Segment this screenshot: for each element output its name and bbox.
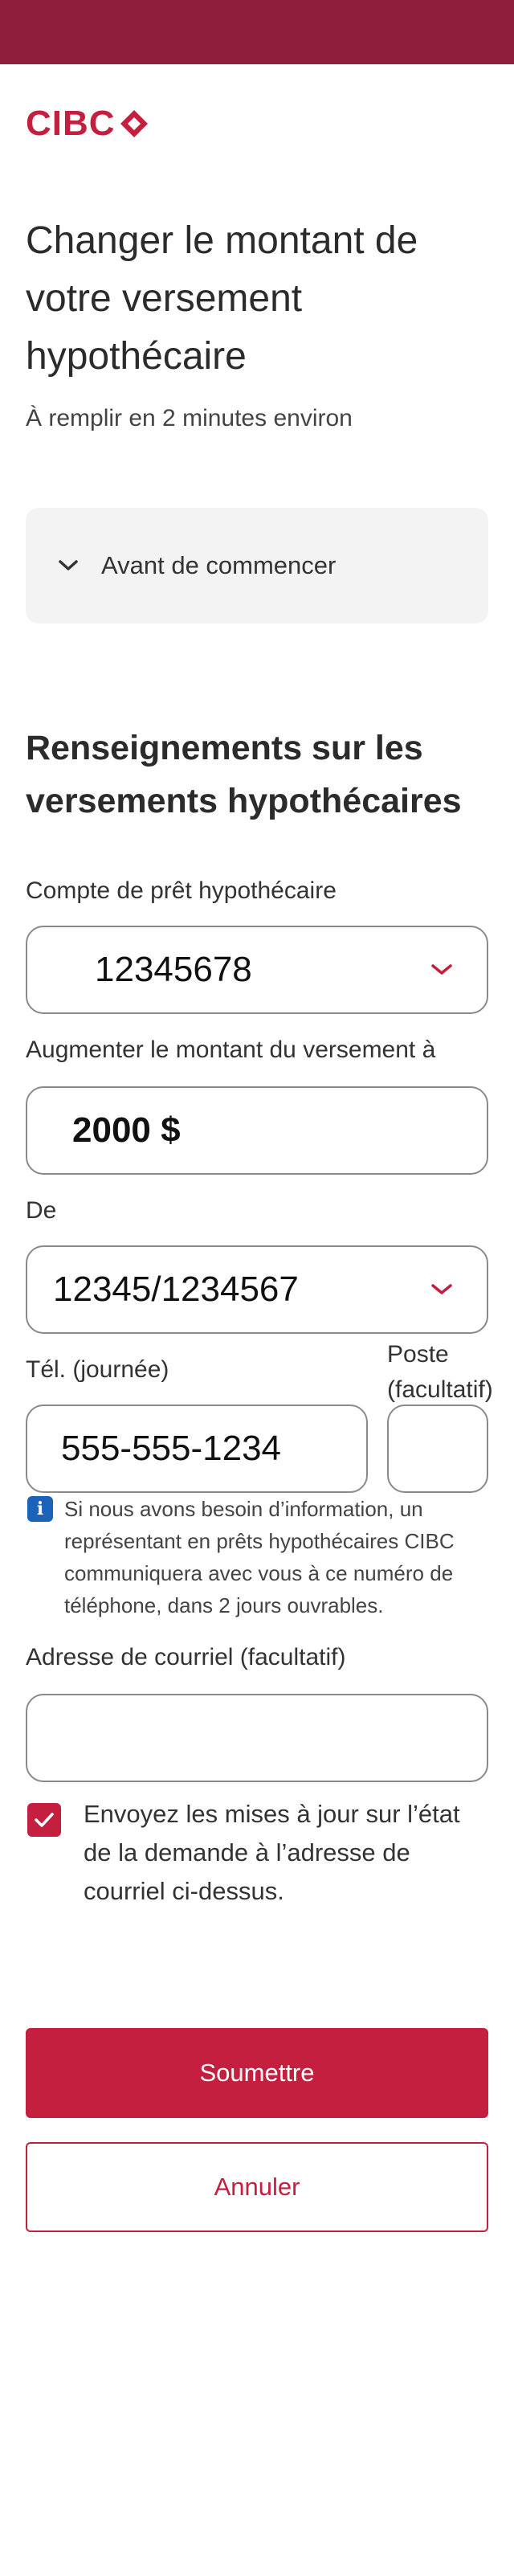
- phone-input[interactable]: 555-555-1234: [26, 1405, 368, 1493]
- phone-value: 555-555-1234: [61, 1429, 282, 1468]
- accordion-label: Avant de commencer: [101, 551, 337, 579]
- checkmark-icon: [35, 1813, 54, 1827]
- cancel-button[interactable]: Annuler: [26, 2142, 488, 2232]
- page-subtitle: À remplir en 2 minutes environ: [26, 405, 353, 431]
- before-you-start-accordion[interactable]: Avant de commencer: [26, 508, 488, 624]
- logo-text: CIBC: [26, 104, 116, 143]
- chevron-down-icon: [431, 964, 452, 975]
- send-updates-label: Envoyez les mises à jour sur l’état de l…: [84, 1800, 460, 1905]
- chevron-down-icon: [431, 1284, 452, 1294]
- from-account-label: De: [26, 1197, 57, 1224]
- from-account-select[interactable]: 12345/1234567: [26, 1245, 488, 1334]
- phone-label: Tél. (journée): [26, 1356, 169, 1383]
- extension-label: Poste (facultatif): [387, 1341, 493, 1403]
- chevron-down-icon: [59, 560, 78, 570]
- page-title: Changer le montant de votre versement hy…: [26, 219, 418, 378]
- logo-diamond-icon: [120, 110, 148, 137]
- mortgage-account-select[interactable]: 12345678: [26, 926, 488, 1014]
- section-title: Renseignements sur les versements hypoth…: [26, 729, 462, 820]
- email-label: Adresse de courriel (facultatif): [26, 1644, 346, 1670]
- email-input[interactable]: [26, 1694, 488, 1782]
- cibc-logo[interactable]: CIBC: [26, 101, 149, 146]
- send-updates-checkbox[interactable]: [27, 1803, 61, 1837]
- increase-amount-value: 2000 $: [72, 1110, 181, 1150]
- top-banner: [0, 0, 514, 64]
- mortgage-account-label: Compte de prêt hypothécaire: [26, 877, 337, 904]
- from-account-value: 12345/1234567: [53, 1270, 299, 1309]
- increase-amount-input[interactable]: 2000 $: [26, 1086, 488, 1175]
- mortgage-account-value: 12345678: [95, 950, 252, 989]
- increase-amount-label: Augmenter le montant du versement à: [26, 1037, 436, 1063]
- submit-button[interactable]: Soumettre: [26, 2028, 488, 2118]
- extension-input[interactable]: [387, 1405, 488, 1493]
- phone-info-text: Si nous avons besoin d’information, un r…: [64, 1497, 455, 1617]
- info-icon: i: [27, 1496, 53, 1522]
